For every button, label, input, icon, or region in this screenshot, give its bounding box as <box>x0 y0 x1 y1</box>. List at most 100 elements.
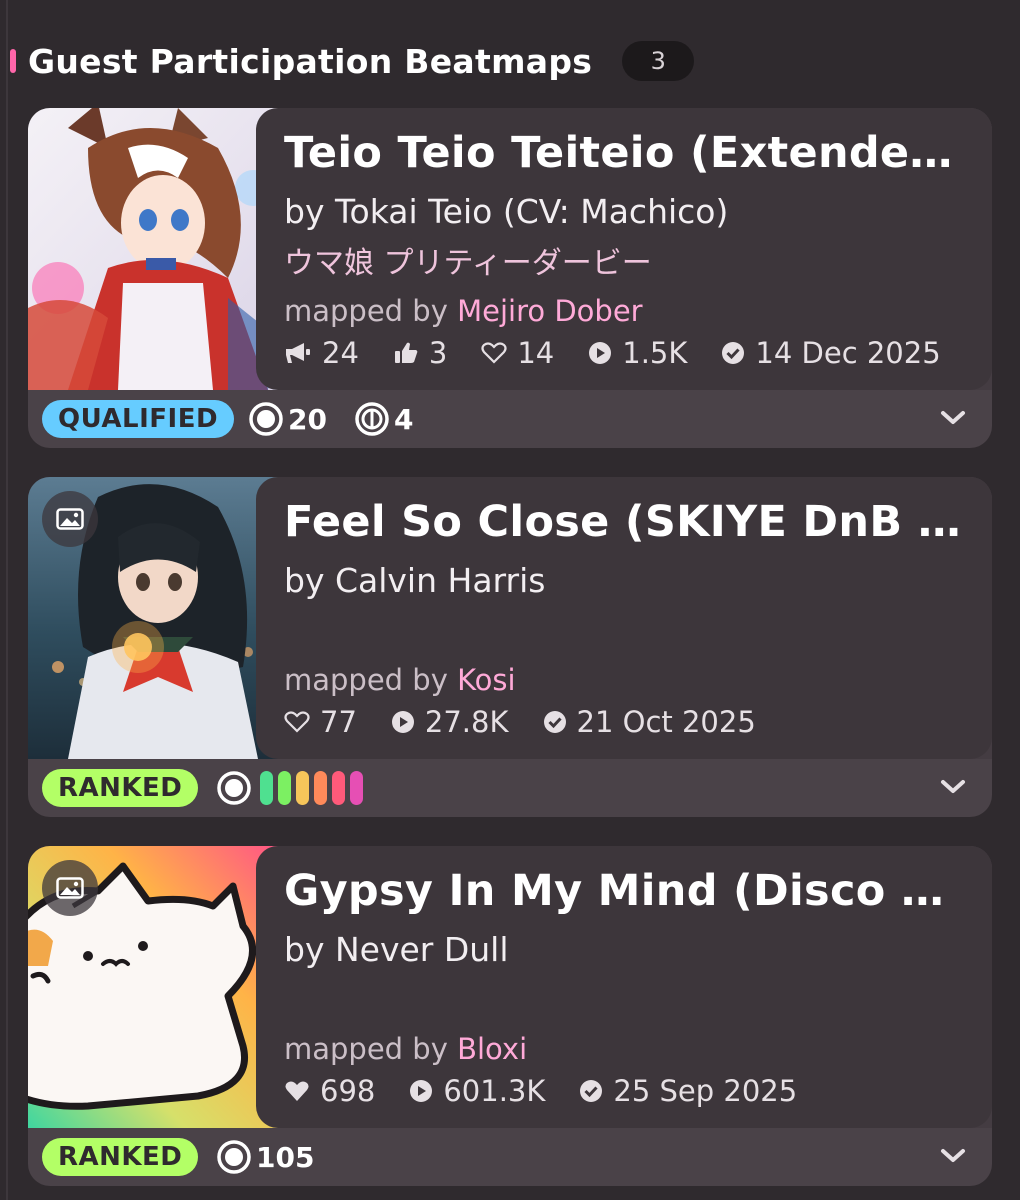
image-toggle-button[interactable] <box>42 860 98 916</box>
difficulty-dot[interactable] <box>350 771 363 805</box>
mapped-by-label: mapped by <box>284 294 448 328</box>
thumbs-up-icon <box>394 342 418 363</box>
chevron-down-icon[interactable] <box>940 777 966 797</box>
play-circle-icon <box>589 342 612 364</box>
date-stat: 14 Dec 2025 <box>721 336 941 370</box>
section-count-badge: 3 <box>622 41 695 81</box>
favourites-count: 14 <box>517 336 555 370</box>
date-stat: 21 Oct 2025 <box>543 705 756 739</box>
beatmap-card[interactable]: Feel So Close (SKIYE DnB R... by Calvin … <box>28 477 992 817</box>
beatmap-card[interactable]: Gypsy In My Mind (Disco R... by Never Du… <box>28 846 992 1186</box>
check-circle-icon <box>722 342 745 364</box>
mapped-by-label: mapped by <box>284 1032 448 1066</box>
heart-outline-icon <box>284 711 310 733</box>
check-circle-icon <box>543 711 566 733</box>
difficulty-dot[interactable] <box>332 771 345 805</box>
section-header: Guest Participation Beatmaps 3 <box>10 40 695 82</box>
play-circle-icon <box>410 1080 433 1102</box>
approved-date: 21 Oct 2025 <box>576 705 756 739</box>
status-badge: RANKED <box>42 1138 199 1176</box>
beatmap-cover-image[interactable] <box>28 108 290 390</box>
beatmap-stats: 698 601.3K 25 Sep 2025 <box>284 1074 831 1108</box>
favourites-count: 77 <box>320 705 357 739</box>
play-circle-icon <box>391 711 414 733</box>
favourites-stat: 698 <box>284 1074 375 1108</box>
beatmap-info-panel[interactable]: Feel So Close (SKIYE DnB R... by Calvin … <box>256 477 992 759</box>
nominations-count: 24 <box>322 336 359 370</box>
beatmap-mapper-line: mapped by Bloxi <box>284 1032 527 1066</box>
bullhorn-icon <box>286 343 310 363</box>
playcount-stat: 1.5K <box>588 336 687 370</box>
beatmap-title[interactable]: Feel So Close (SKIYE DnB R... <box>284 497 964 547</box>
check-circle-icon <box>580 1080 603 1102</box>
difficulty-count: 20 <box>288 402 327 436</box>
playcount-stat: 27.8K <box>391 705 509 739</box>
difficulty-dots[interactable] <box>260 771 368 805</box>
osu-standard-icon <box>217 1140 251 1174</box>
mapper-link[interactable]: Bloxi <box>457 1032 527 1066</box>
difficulty-dot[interactable] <box>314 771 327 805</box>
difficulty-count: 4 <box>394 402 414 436</box>
difficulty-dot[interactable] <box>278 771 291 805</box>
beatmap-info-panel[interactable]: Gypsy In My Mind (Disco R... by Never Du… <box>256 846 992 1128</box>
chevron-down-icon[interactable] <box>940 1146 966 1166</box>
mapper-link[interactable]: Mejiro Dober <box>457 294 642 328</box>
image-icon <box>56 877 84 899</box>
osu-standard-icon <box>249 402 283 436</box>
section-title: Guest Participation Beatmaps <box>28 41 593 81</box>
heart-filled-icon <box>285 1081 309 1101</box>
beatmap-mapper-line: mapped by Kosi <box>284 663 516 697</box>
mapper-link[interactable]: Kosi <box>457 663 515 697</box>
beatmap-info-panel[interactable]: Teio Teio Teiteio (Extended... by Tokai … <box>256 108 992 390</box>
playcount: 1.5K <box>622 336 688 370</box>
status-badge: RANKED <box>42 769 199 807</box>
difficulty-group-taiko[interactable]: 4 <box>354 400 413 438</box>
difficulty-dot[interactable] <box>296 771 309 805</box>
image-toggle-button[interactable] <box>42 491 98 547</box>
beatmap-cover-image[interactable] <box>28 477 290 759</box>
date-stat: 25 Sep 2025 <box>579 1074 797 1108</box>
osu-taiko-icon <box>355 402 389 436</box>
beatmap-card-main[interactable]: Feel So Close (SKIYE DnB R... by Calvin … <box>28 477 992 759</box>
playcount: 601.3K <box>443 1074 546 1108</box>
beatmap-artist: by Calvin Harris <box>284 561 546 600</box>
chevron-down-icon[interactable] <box>940 408 966 428</box>
osu-standard-icon <box>217 771 251 805</box>
playcount: 27.8K <box>424 705 509 739</box>
beatmap-title[interactable]: Gypsy In My Mind (Disco R... <box>284 866 964 916</box>
beatmap-stats: 77 27.8K 21 Oct 2025 <box>284 705 790 739</box>
difficulty-group-standard[interactable]: 105 <box>216 1138 314 1176</box>
favourites-count: 698 <box>320 1074 376 1108</box>
status-badge: QUALIFIED <box>42 400 235 438</box>
beatmap-stats: 24 3 14 1.5K 14 Dec 2025 <box>284 336 975 370</box>
left-border <box>6 0 8 1200</box>
beatmap-card-footer[interactable]: RANKED 105 <box>28 1128 992 1186</box>
section-accent-bar <box>10 49 16 73</box>
favourites-stat: 77 <box>284 705 357 739</box>
beatmap-card-footer[interactable]: RANKED <box>28 759 992 817</box>
nominations-stat: 24 <box>284 336 359 370</box>
playcount-stat: 601.3K <box>409 1074 545 1108</box>
approved-date: 14 Dec 2025 <box>755 336 941 370</box>
hype-count: 3 <box>428 336 448 370</box>
image-icon <box>56 508 84 530</box>
beatmap-artist: by Never Dull <box>284 930 509 969</box>
beatmap-card[interactable]: Teio Teio Teiteio (Extended... by Tokai … <box>28 108 992 448</box>
approved-date: 25 Sep 2025 <box>613 1074 798 1108</box>
beatmap-card-footer[interactable]: QUALIFIED 20 4 <box>28 390 992 448</box>
beatmap-artist: by Tokai Teio (CV: Machico) <box>284 192 729 231</box>
beatmap-cover-image[interactable] <box>28 846 290 1128</box>
difficulty-group-standard[interactable] <box>216 769 368 807</box>
beatmap-card-main[interactable]: Teio Teio Teiteio (Extended... by Tokai … <box>28 108 992 390</box>
hype-stat: 3 <box>393 336 447 370</box>
beatmap-title[interactable]: Teio Teio Teiteio (Extended... <box>284 128 964 178</box>
heart-outline-icon <box>481 342 507 364</box>
beatmap-mapper-line: mapped by Mejiro Dober <box>284 294 643 328</box>
difficulty-group-standard[interactable]: 20 <box>248 400 327 438</box>
beatmap-card-main[interactable]: Gypsy In My Mind (Disco R... by Never Du… <box>28 846 992 1128</box>
favourites-stat: 14 <box>481 336 554 370</box>
difficulty-count: 105 <box>256 1140 315 1174</box>
difficulty-dot[interactable] <box>260 771 273 805</box>
mapped-by-label: mapped by <box>284 663 448 697</box>
beatmap-source: ウマ娘 プリティーダービー <box>284 246 652 281</box>
